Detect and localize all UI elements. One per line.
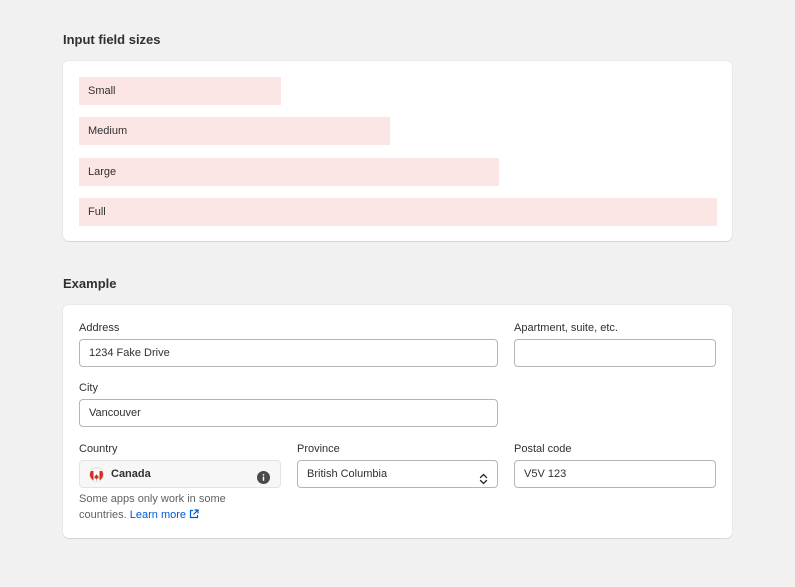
country-value: Canada bbox=[111, 468, 151, 480]
city-label: City bbox=[79, 382, 98, 394]
external-link-icon bbox=[189, 508, 199, 519]
country-help-text: Some apps only work in some countries. L… bbox=[79, 491, 259, 523]
apartment-label: Apartment, suite, etc. bbox=[514, 322, 618, 334]
example-section-title: Example bbox=[63, 276, 117, 291]
sizes-section-title: Input field sizes bbox=[63, 32, 161, 47]
city-input[interactable]: Vancouver bbox=[79, 399, 498, 427]
info-icon[interactable] bbox=[257, 468, 270, 484]
province-select[interactable]: British Columbia bbox=[297, 460, 498, 488]
learn-more-link[interactable]: Learn more bbox=[130, 509, 199, 521]
example-card: Address 1234 Fake Drive Apartment, suite… bbox=[63, 305, 732, 538]
country-label: Country bbox=[79, 443, 118, 455]
size-full: Full bbox=[79, 198, 717, 226]
size-small: Small bbox=[79, 77, 281, 105]
canada-flag-icon bbox=[89, 467, 104, 482]
postal-input[interactable]: V5V 123 bbox=[514, 460, 716, 488]
learn-more-label: Learn more bbox=[129, 509, 187, 521]
apartment-input[interactable] bbox=[514, 339, 716, 367]
size-large: Large bbox=[79, 158, 499, 186]
country-field[interactable]: Canada bbox=[79, 460, 281, 488]
size-medium: Medium bbox=[79, 117, 390, 145]
address-input[interactable]: 1234 Fake Drive bbox=[79, 339, 498, 367]
province-value: British Columbia bbox=[307, 468, 388, 480]
select-arrows-icon bbox=[479, 469, 488, 485]
sizes-card: Small Medium Large Full bbox=[63, 61, 732, 241]
province-label: Province bbox=[297, 443, 340, 455]
postal-label: Postal code bbox=[514, 443, 572, 455]
address-label: Address bbox=[79, 322, 120, 334]
